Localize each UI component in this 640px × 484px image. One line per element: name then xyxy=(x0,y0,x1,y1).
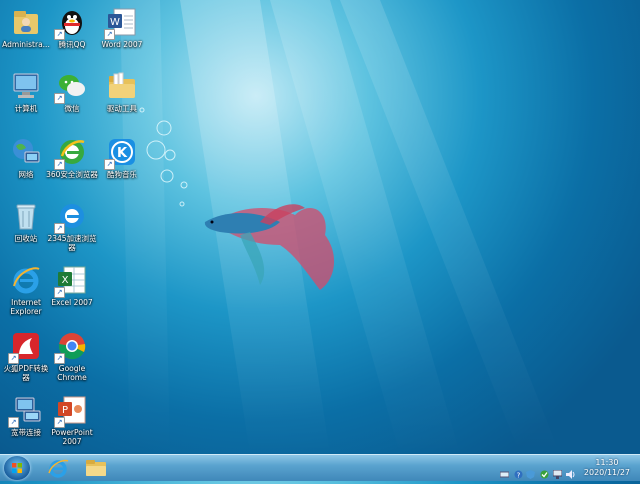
shortcut-arrow-icon: ↗ xyxy=(54,93,65,104)
recycle-bin-icon xyxy=(10,200,42,232)
show-hidden-icons-icon[interactable] xyxy=(499,464,510,478)
pdf-converter-icon: ↗ xyxy=(8,330,42,364)
shield-icon[interactable] xyxy=(526,464,535,479)
desktop-icon-label: 360安全浏览器 xyxy=(46,170,98,179)
desktop-icon-label: 宽带连接 xyxy=(11,428,41,437)
desktop: Administra... 计算机 网络 回收站 Internet Explor… xyxy=(0,0,640,454)
desktop-icon-label: PowerPoint 2007 xyxy=(51,428,93,446)
desktop-icon-label: Administra... xyxy=(2,40,50,49)
desktop-icon-powerpoint[interactable]: P ↗ PowerPoint 2007 xyxy=(48,392,96,454)
taskbar-internet-explorer[interactable] xyxy=(40,456,76,480)
desktop-icon-label: 2345加速浏览器 xyxy=(47,234,97,252)
volume-icon[interactable] xyxy=(566,464,575,479)
taskbar-file-explorer[interactable] xyxy=(78,456,114,480)
shortcut-arrow-icon: ↗ xyxy=(104,159,115,170)
desktop-icon-google-chrome[interactable]: ↗ Google Chrome xyxy=(48,328,96,390)
desktop-icon-kugou-music[interactable]: K ↗ 酷狗音乐 xyxy=(98,134,146,196)
desktop-icon-network[interactable]: 网络 xyxy=(2,134,50,196)
taskbar: ? 11:30 2020/11/27 xyxy=(0,454,640,481)
desktop-icon-2345-browser[interactable]: ↗ 2345加速浏览器 xyxy=(47,198,97,260)
svg-text:?: ? xyxy=(517,471,521,479)
internet-explorer-icon xyxy=(10,264,42,296)
desktop-icon-label: 酷狗音乐 xyxy=(107,170,137,179)
shortcut-arrow-icon: ↗ xyxy=(54,159,65,170)
svg-text:P: P xyxy=(62,405,68,416)
desktop-icon-word[interactable]: W ↗ Word 2007 xyxy=(98,4,146,66)
desktop-icon-label: Internet Explorer xyxy=(10,298,42,316)
clock[interactable]: 11:30 2020/11/27 xyxy=(584,458,630,478)
svg-text:K: K xyxy=(117,146,128,161)
clock-time: 11:30 xyxy=(595,458,619,467)
powerpoint-icon: P ↗ xyxy=(54,394,88,428)
desktop-icon-label: Google Chrome xyxy=(57,364,87,382)
shortcut-arrow-icon: ↗ xyxy=(54,353,65,364)
shortcut-arrow-icon: ↗ xyxy=(54,417,65,428)
svg-text:X: X xyxy=(62,275,69,286)
security-check-icon[interactable] xyxy=(540,464,549,479)
desktop-icon-internet-explorer[interactable]: Internet Explorer xyxy=(2,262,50,324)
desktop-icon-computer[interactable]: 计算机 xyxy=(2,68,50,130)
desktop-icon-label: 微信 xyxy=(64,104,80,113)
network-status-icon[interactable] xyxy=(552,464,563,479)
shortcut-arrow-icon: ↗ xyxy=(8,353,19,364)
desktop-icon-label: 驱动工具 xyxy=(107,104,137,113)
excel-icon: X ↗ xyxy=(54,264,88,298)
clock-date: 2020/11/27 xyxy=(583,468,630,477)
desktop-icon-recycle-bin[interactable]: 回收站 xyxy=(2,198,50,260)
user-folder-icon xyxy=(10,6,42,38)
chrome-icon: ↗ xyxy=(54,330,88,364)
shortcut-arrow-icon: ↗ xyxy=(54,287,65,298)
folder-icon xyxy=(106,70,138,102)
computer-icon xyxy=(10,70,42,102)
file-explorer-icon xyxy=(86,460,106,476)
desktop-icon-excel[interactable]: X ↗ Excel 2007 xyxy=(48,262,96,324)
desktop-icon-label: 计算机 xyxy=(14,104,38,113)
network-globe-icon xyxy=(10,136,42,168)
svg-text:W: W xyxy=(110,17,120,28)
desktop-icon-360-browser[interactable]: ↗ 360安全浏览器 xyxy=(46,134,98,196)
help-icon[interactable]: ? xyxy=(514,464,523,479)
windows-logo-icon xyxy=(12,463,22,473)
desktop-icon-administrator[interactable]: Administra... xyxy=(2,4,50,66)
360-browser-icon: ↗ xyxy=(54,136,88,170)
wechat-icon: ↗ xyxy=(54,70,88,104)
desktop-icon-wechat[interactable]: ↗ 微信 xyxy=(48,68,96,130)
shortcut-arrow-icon: ↗ xyxy=(54,223,65,234)
desktop-icon-broadband[interactable]: ↗ 宽带连接 xyxy=(2,392,50,454)
shortcut-arrow-icon: ↗ xyxy=(8,417,19,428)
start-button[interactable] xyxy=(4,456,30,480)
internet-explorer-icon xyxy=(48,459,69,478)
qq-penguin-icon: ↗ xyxy=(54,6,88,40)
shortcut-arrow-icon: ↗ xyxy=(104,29,115,40)
desktop-icon-label: 火狐PDF转换器 xyxy=(3,364,49,382)
desktop-icon-label: Excel 2007 xyxy=(51,298,93,307)
broadband-connection-icon: ↗ xyxy=(8,394,42,428)
desktop-icon-driver-tools[interactable]: 驱动工具 xyxy=(98,68,146,130)
word-icon: W ↗ xyxy=(104,6,138,40)
shortcut-arrow-icon: ↗ xyxy=(54,29,65,40)
desktop-icon-foxit-pdf-converter[interactable]: ↗ 火狐PDF转换器 xyxy=(2,328,50,390)
desktop-icon-label: Word 2007 xyxy=(101,40,143,49)
kugou-music-icon: K ↗ xyxy=(104,136,138,170)
desktop-icon-label: 腾讯QQ xyxy=(58,40,86,49)
desktop-icon-qq[interactable]: ↗ 腾讯QQ xyxy=(48,4,96,66)
desktop-icon-label: 网络 xyxy=(18,170,34,179)
2345-browser-icon: ↗ xyxy=(54,200,88,234)
system-tray: ? 11:30 2020/11/27 xyxy=(490,455,640,481)
desktop-icon-label: 回收站 xyxy=(14,234,38,243)
